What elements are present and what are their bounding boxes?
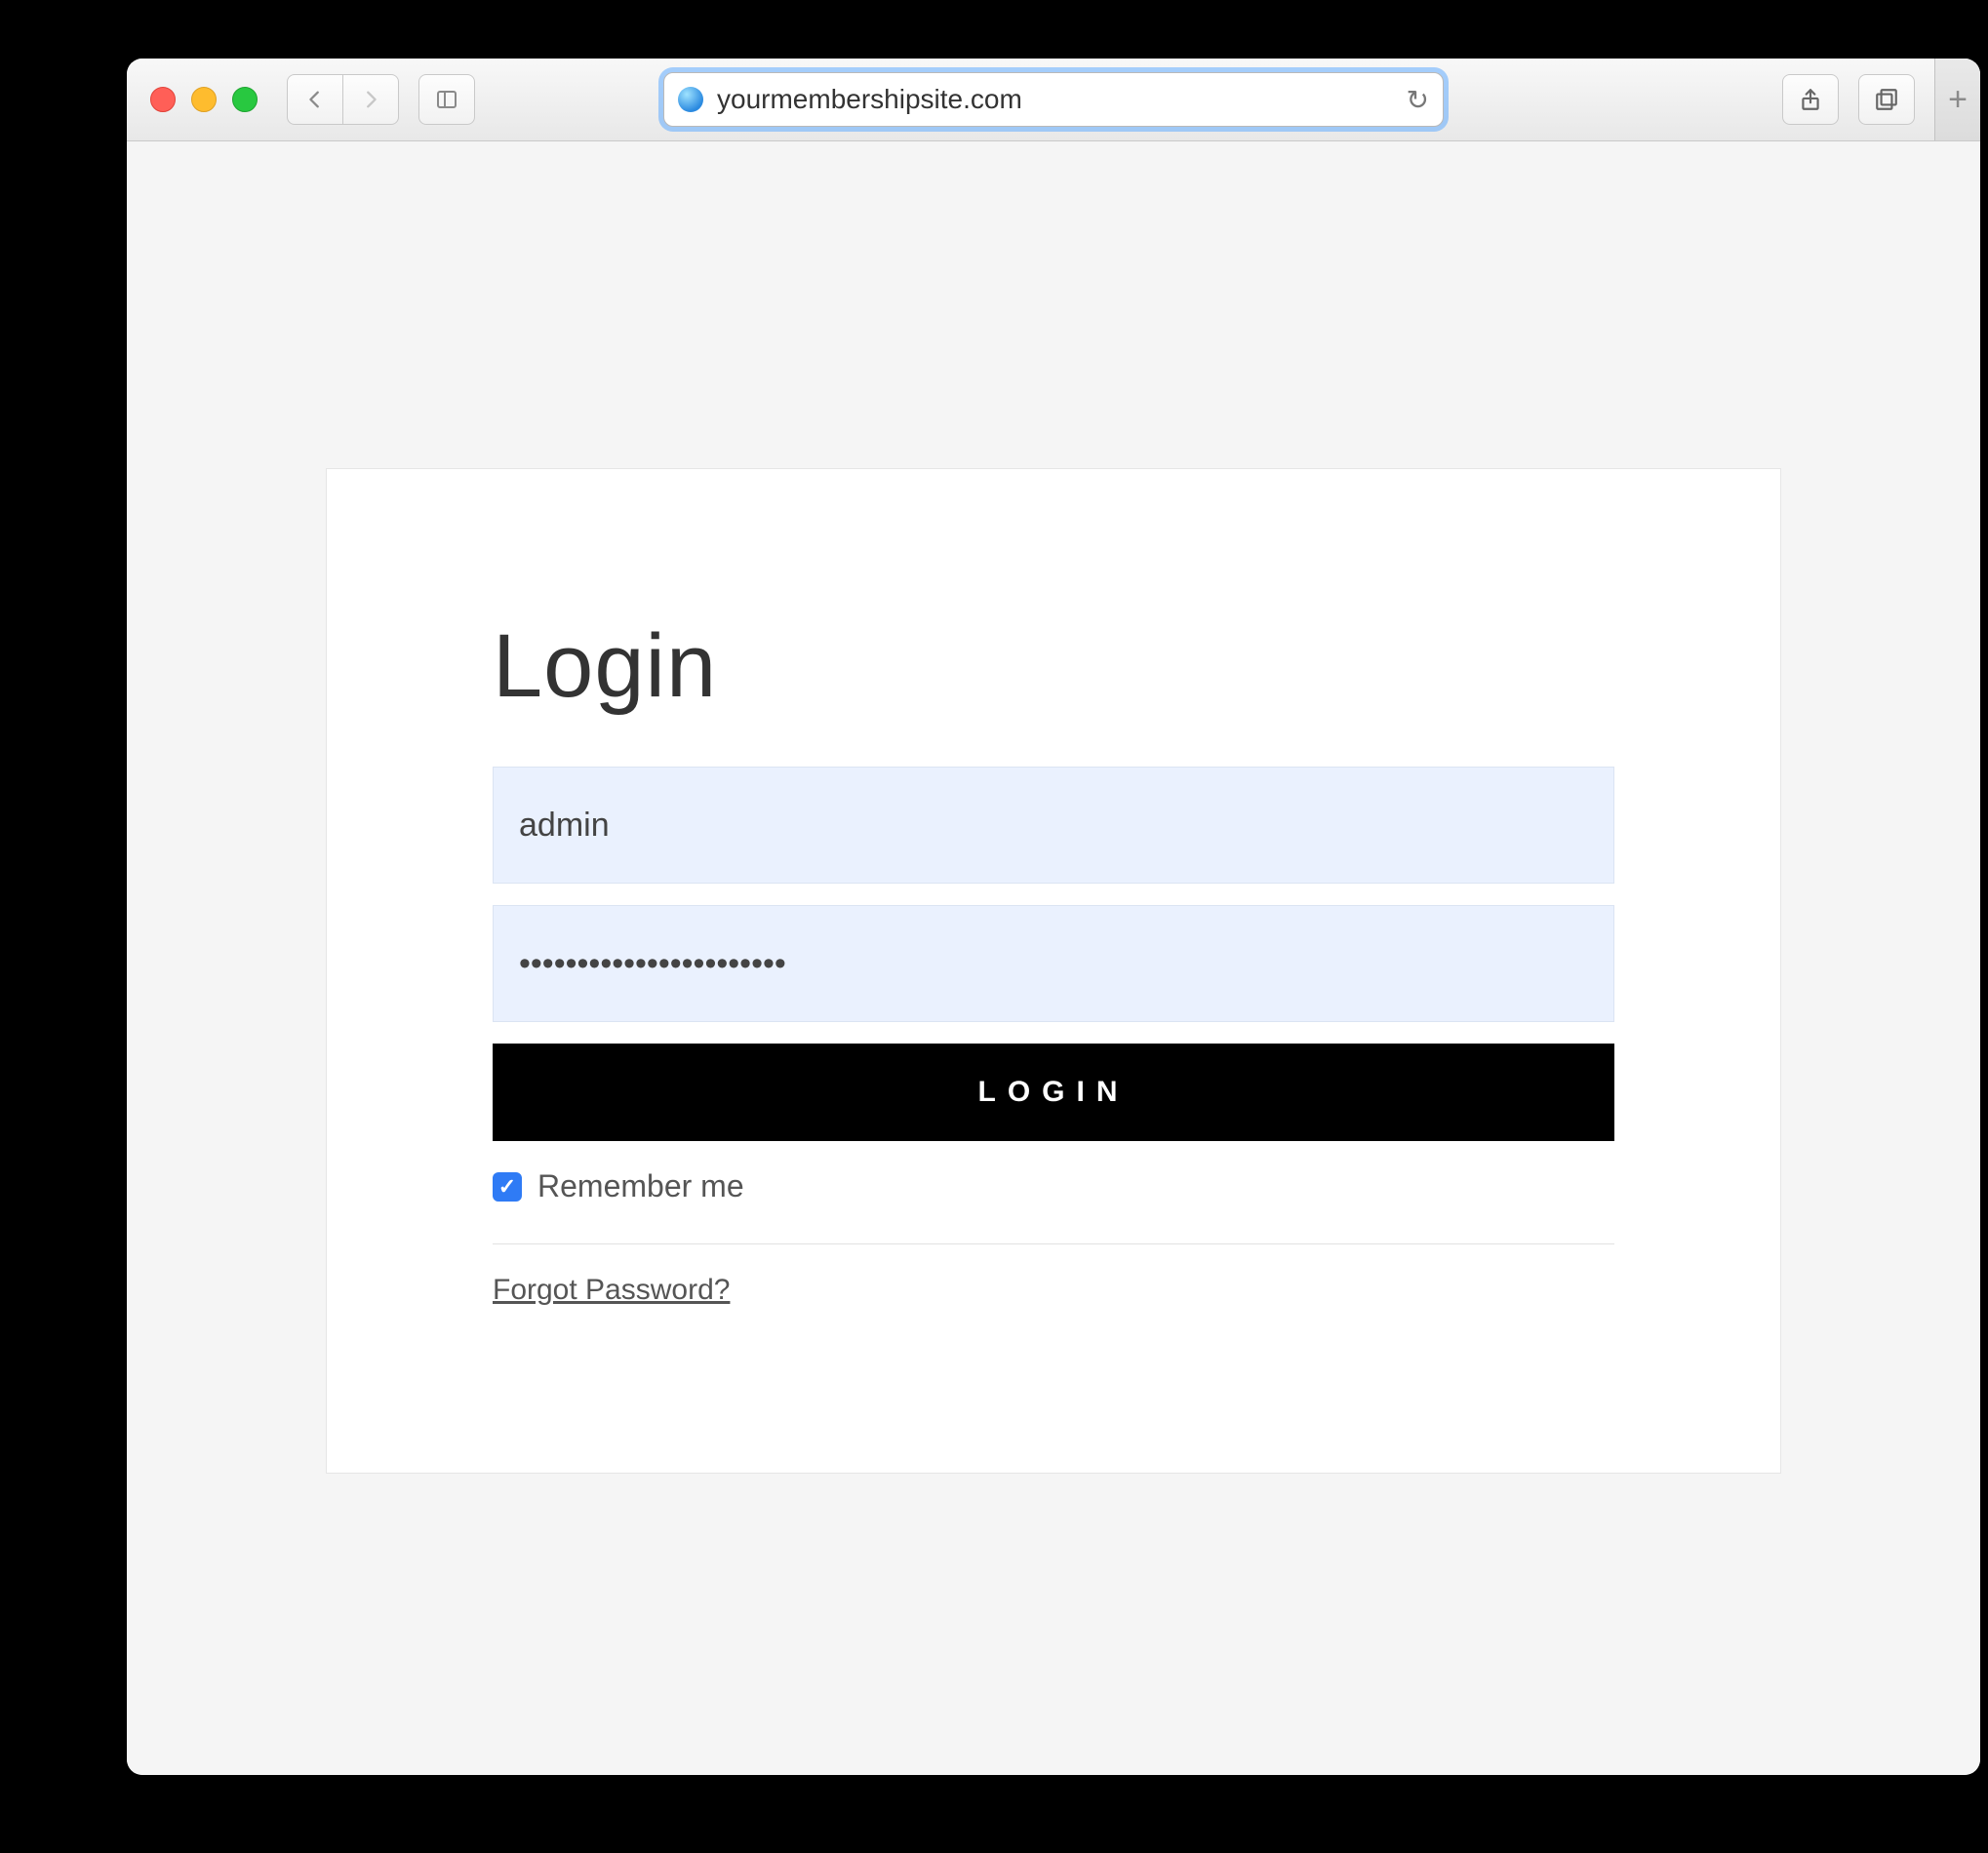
password-input[interactable] [493,905,1614,1022]
chevron-right-icon [360,89,381,110]
address-input[interactable] [715,83,1397,116]
login-title: Login [493,615,1614,718]
remember-me-label: Remember me [537,1168,744,1204]
tabs-button[interactable] [1858,74,1915,125]
remember-me[interactable]: ✓ Remember me [493,1168,1614,1204]
browser-titlebar: ↻ + [127,59,1980,141]
minimize-window-button[interactable] [191,87,217,112]
share-icon [1798,87,1823,112]
remember-me-checkbox[interactable]: ✓ [493,1172,522,1202]
reload-button[interactable]: ↻ [1407,84,1429,116]
back-button[interactable] [287,74,343,125]
maximize-window-button[interactable] [232,87,258,112]
login-button[interactable]: LOGIN [493,1044,1614,1141]
browser-window: ↻ + [127,59,1980,1775]
address-bar[interactable]: ↻ [663,72,1444,127]
new-tab-button[interactable]: + [1934,59,1980,140]
share-button[interactable] [1782,74,1839,125]
forgot-password-link[interactable]: Forgot Password? [493,1274,730,1306]
divider [493,1243,1614,1244]
nav-buttons [287,74,399,125]
forward-button[interactable] [343,74,399,125]
plus-icon: + [1948,81,1968,119]
sidebar-icon [435,88,458,111]
globe-icon [678,87,703,112]
username-input[interactable] [493,767,1614,884]
chevron-left-icon [304,89,326,110]
sidebar-toggle-button[interactable] [418,74,475,125]
check-icon: ✓ [498,1174,516,1200]
login-card: Login LOGIN ✓ Remember me Forgot Passwor… [326,468,1781,1474]
window-controls [150,87,258,112]
tabs-icon [1874,87,1899,112]
close-window-button[interactable] [150,87,176,112]
page-content: Login LOGIN ✓ Remember me Forgot Passwor… [127,141,1980,1775]
